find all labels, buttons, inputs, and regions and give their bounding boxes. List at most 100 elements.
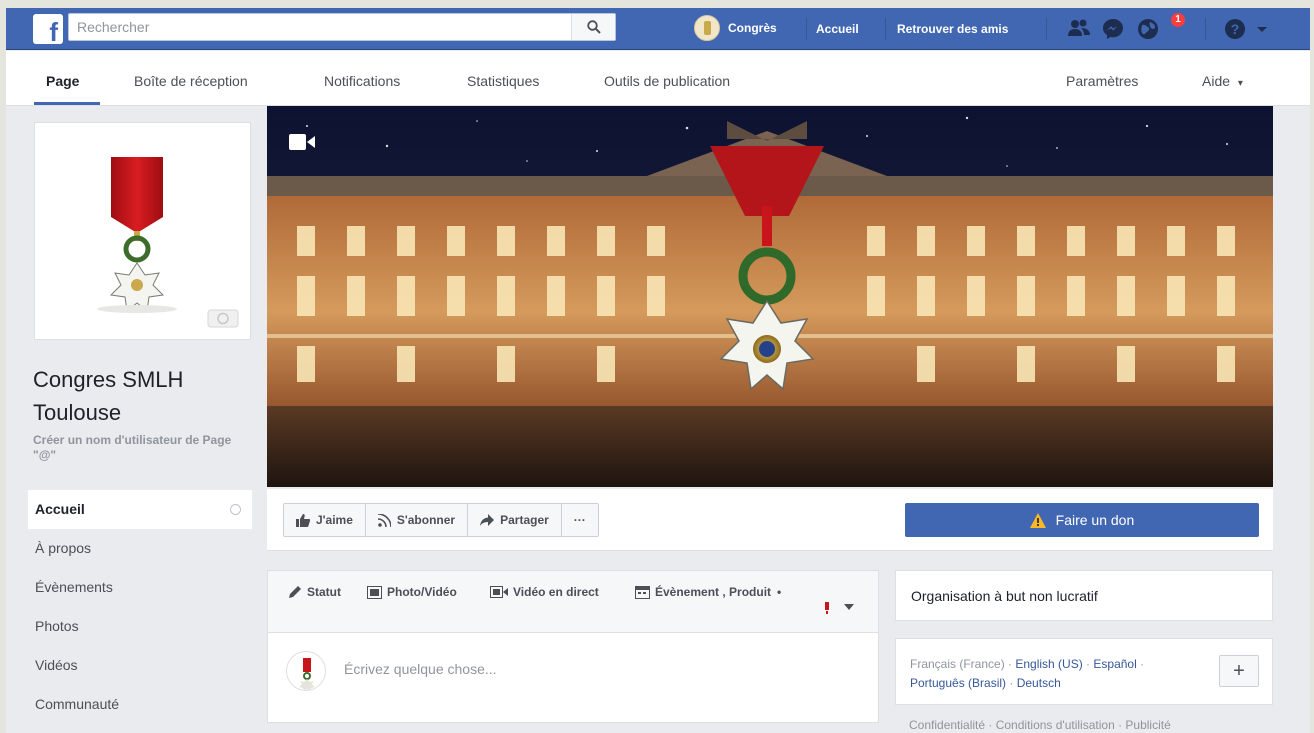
language-link[interactable]: English (US) xyxy=(1015,657,1082,671)
separator xyxy=(885,18,886,40)
facebook-top-bar: f Congrès Accueil Retrouver des amis 1 xyxy=(6,8,1310,50)
sidebar-item-label: Évènements xyxy=(35,579,113,595)
live-video-icon xyxy=(490,586,508,598)
tab-inbox[interactable]: Boîte de réception xyxy=(134,73,248,89)
tab-notifications[interactable]: Notifications xyxy=(324,73,400,89)
warning-icon xyxy=(1029,513,1046,528)
tab-settings[interactable]: Paramètres xyxy=(1066,73,1138,89)
messenger-icon[interactable] xyxy=(1100,16,1126,42)
capitole-night-cover-image xyxy=(267,106,1273,487)
svg-text:?: ? xyxy=(1231,21,1240,37)
tab-help[interactable]: Aide ▾ xyxy=(1202,73,1243,89)
medal-avatar-image xyxy=(299,658,315,690)
page-actions-bar: J'aime S'abonner Partager ··· Faire un d… xyxy=(267,489,1273,551)
cover-photo[interactable] xyxy=(267,106,1273,487)
share-label: Partager xyxy=(500,513,549,527)
composer-tab-live-video[interactable]: Vidéo en direct xyxy=(490,585,599,599)
help-label: Aide xyxy=(1202,73,1231,89)
notifications-globe-icon[interactable] xyxy=(1135,16,1161,42)
composer-body: Écrivez quelque chose... xyxy=(268,633,878,723)
like-button[interactable]: J'aime xyxy=(284,504,366,536)
sidebar-item-home[interactable]: Accueil xyxy=(28,490,252,529)
create-username-link[interactable]: Créer un nom d'utilisateur de Page "@" xyxy=(33,433,253,463)
chevron-down-icon[interactable] xyxy=(844,604,854,610)
more-composer-options-dot[interactable]: • xyxy=(777,585,781,599)
tab-publishing-tools[interactable]: Outils de publication xyxy=(604,73,730,89)
follow-button[interactable]: S'abonner xyxy=(366,504,469,536)
more-options-button[interactable]: ··· xyxy=(562,504,598,536)
page-title[interactable]: Congres SMLH Toulouse xyxy=(33,363,253,429)
chevron-down-icon[interactable] xyxy=(1253,16,1271,42)
page-navigation-bar: Page Boîte de réception Notifications St… xyxy=(6,51,1310,106)
search-input[interactable] xyxy=(69,14,569,40)
help-caret-icon: ▾ xyxy=(1237,78,1243,89)
thumbs-up-icon xyxy=(296,513,310,527)
avatar xyxy=(286,651,326,691)
composer-tab-label: Statut xyxy=(307,585,341,599)
loading-spinner-icon xyxy=(230,504,241,515)
sidebar-item-about[interactable]: À propos xyxy=(28,529,252,568)
composer-tab-status[interactable]: Statut xyxy=(288,585,341,599)
rss-icon xyxy=(377,513,391,527)
avatar xyxy=(694,15,720,41)
sidebar-item-label: Accueil xyxy=(35,501,85,517)
camera-icon[interactable] xyxy=(206,307,240,329)
tab-page[interactable]: Page xyxy=(46,73,79,89)
search-box xyxy=(68,13,616,41)
page-category[interactable]: Organisation à but non lucratif xyxy=(911,588,1098,604)
language-list: Français (France) · English (US) · Españ… xyxy=(910,657,1145,690)
sidebar-item-label: À propos xyxy=(35,540,92,556)
tab-insights[interactable]: Statistiques xyxy=(467,73,539,89)
find-friends-link[interactable]: Retrouver des amis xyxy=(897,22,1008,36)
ribbon-icon xyxy=(825,602,829,614)
follow-label: S'abonner xyxy=(396,513,456,527)
language-link[interactable]: Deutsch xyxy=(1017,676,1061,690)
help-icon[interactable]: ? xyxy=(1222,16,1248,42)
search-icon xyxy=(587,20,601,34)
calendar-icon xyxy=(635,586,650,599)
separator xyxy=(1046,18,1047,40)
current-language: Français (France) xyxy=(910,657,1005,671)
facebook-logo[interactable]: f xyxy=(33,14,63,44)
composer-tab-label: Évènement , Produit xyxy=(655,585,772,599)
sidebar-item-label: Vidéos xyxy=(35,657,78,673)
separator xyxy=(1205,18,1206,40)
composer-tabs: Statut Photo/Vidéo Vidéo en direct Évène… xyxy=(268,571,878,633)
sidebar-navigation: Accueil À propos Évènements Photos Vidéo… xyxy=(28,490,252,724)
photo-icon xyxy=(367,585,382,599)
language-link[interactable]: Português (Brasil) xyxy=(910,676,1006,690)
post-composer: Statut Photo/Vidéo Vidéo en direct Évène… xyxy=(267,570,879,723)
composer-tab-photo-video[interactable]: Photo/Vidéo xyxy=(367,585,457,599)
like-label: J'aime xyxy=(316,513,353,527)
add-language-button[interactable]: + xyxy=(1219,655,1259,687)
active-tab-indicator xyxy=(34,102,100,105)
sidebar-item-community[interactable]: Communauté xyxy=(28,685,252,724)
more-options-icon: ··· xyxy=(573,513,586,527)
search-button[interactable] xyxy=(571,14,615,40)
sidebar-item-events[interactable]: Évènements xyxy=(28,568,252,607)
sidebar-item-photos[interactable]: Photos xyxy=(28,607,252,646)
sidebar-item-label: Communauté xyxy=(35,696,120,712)
share-button[interactable]: Partager xyxy=(468,504,562,536)
donate-label: Faire un don xyxy=(1055,512,1135,528)
composer-tab-event-product[interactable]: Évènement , Produit • xyxy=(635,585,781,599)
screenshot-frame-top xyxy=(0,0,1314,8)
friend-requests-icon[interactable] xyxy=(1066,16,1092,42)
composer-tab-label: Photo/Vidéo xyxy=(387,585,457,599)
language-selector-card: Français (France) · English (US) · Españ… xyxy=(895,638,1273,705)
home-link[interactable]: Accueil xyxy=(816,22,859,36)
pencil-icon xyxy=(289,586,301,598)
page-action-buttons: J'aime S'abonner Partager ··· xyxy=(283,503,599,537)
profile-name: Congrès xyxy=(728,21,777,35)
donate-button[interactable]: Faire un don xyxy=(905,503,1259,537)
screenshot-frame-right xyxy=(1310,0,1314,733)
composer-input[interactable]: Écrivez quelque chose... xyxy=(344,661,844,677)
footer-links[interactable]: Confidentialité · Conditions d'utilisati… xyxy=(909,718,1171,732)
separator xyxy=(806,18,807,40)
share-arrow-icon xyxy=(480,514,495,526)
video-camera-icon[interactable] xyxy=(289,134,315,150)
language-link[interactable]: Español xyxy=(1093,657,1136,671)
sidebar-item-videos[interactable]: Vidéos xyxy=(28,646,252,685)
profile-shortcut[interactable]: Congrès xyxy=(694,13,777,43)
composer-tab-label: Vidéo en direct xyxy=(513,585,599,599)
